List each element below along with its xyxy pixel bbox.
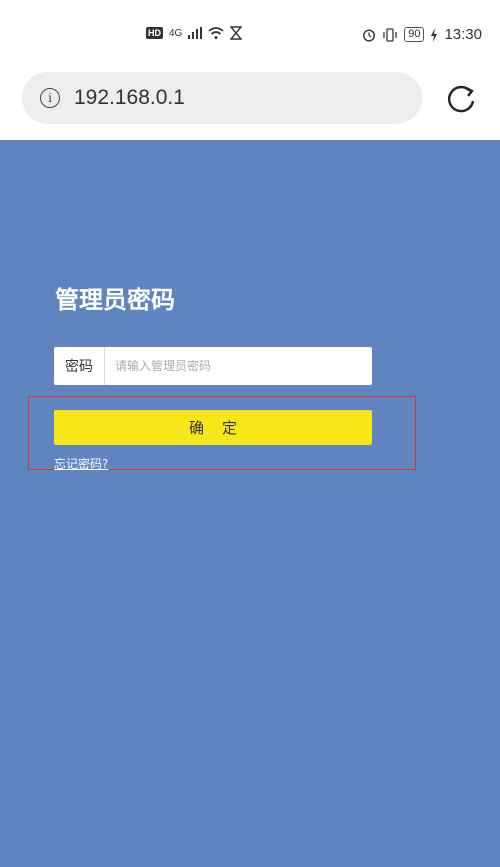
confirm-button[interactable]: 确定 <box>54 410 372 445</box>
password-label: 密码 <box>54 347 105 385</box>
hourglass-icon <box>230 26 243 40</box>
login-page: 管理员密码 密码 确定 忘记密码? <box>0 140 500 867</box>
info-icon[interactable]: i <box>40 88 60 108</box>
alarm-icon <box>363 28 376 42</box>
page-title: 管理员密码 <box>55 286 175 314</box>
forgot-password-link[interactable]: 忘记密码? <box>54 455 108 472</box>
url-text[interactable]: 192.168.0.1 <box>74 86 185 110</box>
clock-time: 13:30 <box>444 26 482 43</box>
status-left-icons: HD 4G <box>146 26 243 40</box>
password-input[interactable] <box>105 346 372 386</box>
network-type: 4G <box>169 27 183 39</box>
reload-icon[interactable] <box>444 82 478 116</box>
hd-badge: HD <box>146 27 163 39</box>
vibrate-icon <box>383 27 397 42</box>
address-bar[interactable]: i 192.168.0.1 <box>22 72 422 124</box>
battery-icon: 90 <box>404 27 425 42</box>
status-right-icons: 90 13:30 <box>362 26 482 43</box>
password-field-group: 密码 <box>54 346 372 386</box>
wifi-icon <box>208 27 224 39</box>
charging-icon <box>431 27 438 42</box>
status-bar: HD 4G 90 13:30 <box>0 0 500 70</box>
signal-icon <box>188 27 203 39</box>
